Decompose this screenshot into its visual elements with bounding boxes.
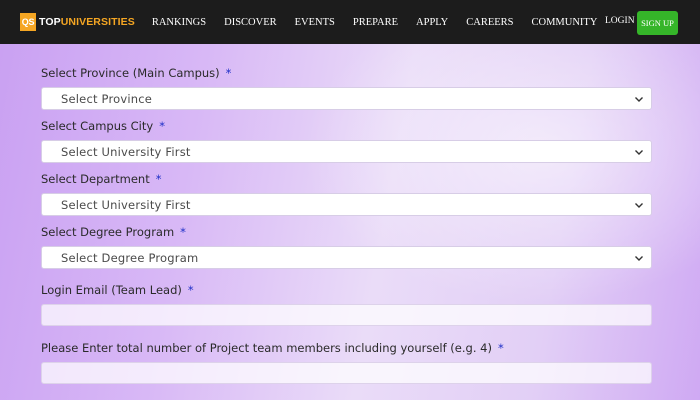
main-menu: RANKINGS DISCOVER EVENTS PREPARE APPLY C… — [152, 17, 598, 28]
campus-city-select[interactable]: Select University First — [41, 140, 652, 163]
nav-apply[interactable]: APPLY — [416, 17, 448, 28]
logo-wordmark: TOPUNIVERSITIES — [39, 16, 135, 28]
nav-discover[interactable]: DISCOVER — [224, 17, 277, 28]
chevron-down-icon — [635, 256, 643, 261]
login-link[interactable]: LOGIN — [605, 16, 635, 26]
chevron-down-icon — [635, 203, 643, 208]
nav-careers[interactable]: CAREERS — [466, 17, 513, 28]
required-asterisk: * — [159, 119, 165, 133]
department-label: Select Department * — [41, 172, 161, 186]
login-email-label: Login Email (Team Lead) * — [41, 283, 194, 297]
login-email-input[interactable] — [41, 304, 652, 326]
degree-program-label-text: Select Degree Program — [41, 225, 175, 239]
required-asterisk: * — [225, 66, 232, 80]
login-email-label-text: Login Email (Team Lead) — [41, 283, 182, 297]
required-asterisk: * — [180, 225, 186, 239]
qs-logo-badge: QS — [20, 13, 36, 31]
degree-program-select[interactable]: Select Degree Program — [41, 246, 652, 269]
chevron-down-icon — [635, 150, 643, 155]
team-members-label-text: Please Enter total number of Project tea… — [41, 341, 492, 355]
required-asterisk: * — [187, 283, 194, 297]
topuniversities-logo[interactable]: QS TOPUNIVERSITIES — [20, 13, 135, 31]
required-asterisk: * — [497, 341, 504, 355]
province-select[interactable]: Select Province — [41, 87, 652, 110]
logo-word-universities: UNIVERSITIES — [60, 16, 135, 28]
department-label-text: Select Department — [41, 172, 150, 186]
degree-program-select-value: Select Degree Program — [61, 250, 199, 265]
logo-word-top: TOP — [39, 16, 61, 28]
province-select-value: Select Province — [61, 91, 153, 106]
signup-button[interactable]: SIGN UP — [637, 11, 678, 35]
nav-prepare[interactable]: PREPARE — [353, 17, 398, 28]
province-label: Select Province (Main Campus) * — [41, 66, 231, 80]
chevron-down-icon — [635, 97, 643, 102]
team-members-input[interactable] — [41, 362, 652, 384]
department-select-value: Select University First — [61, 197, 191, 212]
degree-program-label: Select Degree Program * — [41, 225, 186, 239]
province-label-text: Select Province (Main Campus) — [41, 66, 220, 80]
nav-rankings[interactable]: RANKINGS — [152, 17, 206, 28]
campus-city-select-value: Select University First — [61, 144, 191, 159]
campus-city-label-text: Select Campus City — [41, 119, 154, 133]
required-asterisk: * — [155, 172, 162, 186]
nav-community[interactable]: COMMUNITY — [532, 17, 598, 28]
team-members-label: Please Enter total number of Project tea… — [41, 341, 504, 355]
campus-city-label: Select Campus City * — [41, 119, 165, 133]
department-select[interactable]: Select University First — [41, 193, 652, 216]
top-navbar: QS TOPUNIVERSITIES RANKINGS DISCOVER EVE… — [0, 0, 700, 44]
nav-events[interactable]: EVENTS — [295, 17, 335, 28]
